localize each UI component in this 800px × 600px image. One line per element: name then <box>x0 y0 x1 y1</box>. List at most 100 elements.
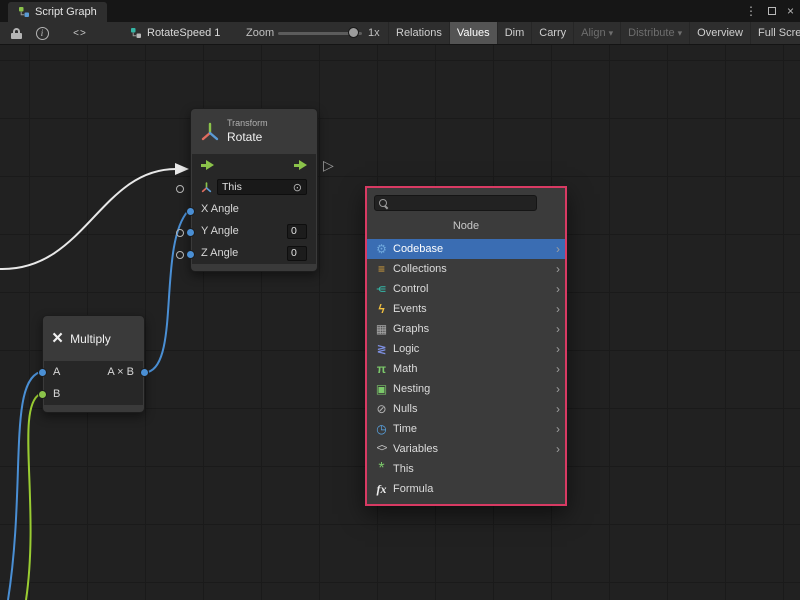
rotate-node[interactable]: Transform Rotate This <box>190 108 318 272</box>
y-angle-label: Y Angle <box>201 225 239 237</box>
lock-button[interactable] <box>4 22 28 44</box>
x-angle-port[interactable] <box>186 207 195 216</box>
wire-control-in[interactable] <box>0 169 176 269</box>
multiply-icon: × <box>52 329 63 348</box>
caret-down-icon: ▾ <box>609 28 614 39</box>
window-restore-icon[interactable] <box>768 5 776 17</box>
this-port[interactable] <box>176 185 184 193</box>
control-output-icon[interactable] <box>294 160 307 170</box>
finder-item-label: Collections <box>393 263 447 275</box>
zoom-slider[interactable] <box>278 22 362 44</box>
nesting-icon: ▣ <box>374 383 389 395</box>
dim-button[interactable]: Dim <box>497 22 532 44</box>
chevron-right-icon: › <box>556 302 560 316</box>
multiply-node-header[interactable]: × Multiply <box>43 316 144 361</box>
finder-item-label: Control <box>393 283 428 295</box>
chevron-right-icon: › <box>556 322 560 336</box>
y-angle-input[interactable] <box>287 224 307 239</box>
input-a-label: A <box>53 366 60 378</box>
fuzzy-finder-popup: Node ⚙ Codebase › ≡ Collections › ⋔ Cont… <box>365 186 567 506</box>
collections-icon: ≡ <box>374 263 389 275</box>
output-port[interactable] <box>140 368 149 377</box>
distribute-button[interactable]: Distribute ▾ <box>620 22 689 44</box>
rotate-node-header[interactable]: Transform Rotate <box>191 109 317 154</box>
finder-item-nesting[interactable]: ▣ Nesting › <box>367 379 565 399</box>
script-graph-icon <box>18 6 30 18</box>
input-a-port[interactable] <box>38 368 47 377</box>
finder-item-math[interactable]: π Math › <box>367 359 565 379</box>
graph-breadcrumb-label: RotateSpeed 1 <box>147 27 220 39</box>
tab-script-graph[interactable]: Script Graph <box>8 2 107 22</box>
formula-icon: fx <box>374 483 389 495</box>
finder-item-graphs[interactable]: ▦ Graphs › <box>367 319 565 339</box>
finder-item-label: Logic <box>393 343 419 355</box>
close-icon[interactable]: × <box>787 5 794 17</box>
finder-item-label: Formula <box>393 483 433 495</box>
unity-script-graph-window: Script Graph ⋮ × i <> RotateSpeed 1 Zoom <box>0 0 800 600</box>
carry-button[interactable]: Carry <box>531 22 573 44</box>
finder-item-label: Nesting <box>393 383 430 395</box>
chevron-right-icon: › <box>556 242 560 256</box>
this-field-value: This <box>222 181 242 193</box>
fullscreen-button[interactable]: Full Screen <box>750 22 800 44</box>
finder-item-variables[interactable]: <> Variables › <box>367 439 565 459</box>
zoom-label: Zoom <box>246 27 274 39</box>
graphs-icon: ▦ <box>374 323 389 335</box>
finder-item-events[interactable]: ϟ Events › <box>367 299 565 319</box>
input-b-port[interactable] <box>38 390 47 399</box>
input-b-row: B <box>44 383 143 405</box>
search-input[interactable] <box>392 197 532 209</box>
wire-to-multiply-a[interactable] <box>8 372 40 600</box>
variables-icon: <> <box>374 444 389 454</box>
align-button[interactable]: Align ▾ <box>573 22 620 44</box>
node-footer <box>43 405 144 412</box>
finder-item-logic[interactable]: ≷ Logic › <box>367 339 565 359</box>
multiply-node-body: A A × B B <box>44 361 143 405</box>
zoom-slider-thumb[interactable] <box>348 27 359 38</box>
x-angle-row: X Angle <box>192 198 316 220</box>
node-title: Rotate <box>227 130 268 145</box>
info-button[interactable]: i <box>30 22 54 44</box>
z-angle-port[interactable] <box>186 250 195 259</box>
values-button[interactable]: Values <box>449 22 497 44</box>
relations-button[interactable]: Relations <box>388 22 449 44</box>
finder-item-collections[interactable]: ≡ Collections › <box>367 259 565 279</box>
graph-breadcrumb[interactable]: RotateSpeed 1 <box>130 22 220 44</box>
object-picker-icon[interactable]: ⊙ <box>293 181 302 194</box>
code-view-button[interactable]: <> <box>64 22 96 44</box>
control-icon: ⋔ <box>376 282 388 297</box>
this-object-field[interactable]: This ⊙ <box>217 179 307 195</box>
lock-icon <box>11 28 22 39</box>
y-angle-row: Y Angle <box>192 220 316 242</box>
finder-item-control[interactable]: ⋔ Control › <box>367 279 565 299</box>
finder-item-time[interactable]: ◷ Time › <box>367 419 565 439</box>
transform-mini-icon <box>201 182 212 193</box>
finder-item-codebase[interactable]: ⚙ Codebase › <box>367 239 565 259</box>
finder-item-label: Math <box>393 363 417 375</box>
z-angle-outer-port[interactable] <box>176 251 184 259</box>
x-angle-label: X Angle <box>201 203 239 215</box>
chevron-right-icon: › <box>556 442 560 456</box>
multiply-node[interactable]: × Multiply A A × B B <box>42 315 145 413</box>
finder-item-label: Nulls <box>393 403 417 415</box>
overview-button[interactable]: Overview <box>689 22 750 44</box>
z-angle-input[interactable] <box>287 246 307 261</box>
finder-item-formula[interactable]: fx Formula <box>367 479 565 499</box>
control-input-icon[interactable] <box>201 160 214 170</box>
chevron-right-icon: › <box>556 382 560 396</box>
finder-item-this[interactable]: * This <box>367 459 565 479</box>
finder-item-label: Events <box>393 303 427 315</box>
wire-arrowhead-icon <box>175 163 189 175</box>
y-angle-port[interactable] <box>186 228 195 237</box>
chevron-right-icon: › <box>556 342 560 356</box>
wire-to-multiply-b[interactable] <box>26 394 40 600</box>
rotate-node-body: This ⊙ X Angle Y Angle Z Angle <box>192 154 316 264</box>
graph-toolbar: i <> RotateSpeed 1 Zoom 1x Relations Val… <box>0 22 800 45</box>
graph-canvas[interactable]: Transform Rotate This <box>0 45 800 600</box>
menu-kebab-icon[interactable]: ⋮ <box>745 5 757 17</box>
nulls-icon: ⊘ <box>374 403 389 415</box>
finder-search[interactable] <box>374 195 537 211</box>
finder-item-nulls[interactable]: ⊘ Nulls › <box>367 399 565 419</box>
control-ports-row <box>192 154 316 176</box>
y-angle-outer-port[interactable] <box>176 229 184 237</box>
